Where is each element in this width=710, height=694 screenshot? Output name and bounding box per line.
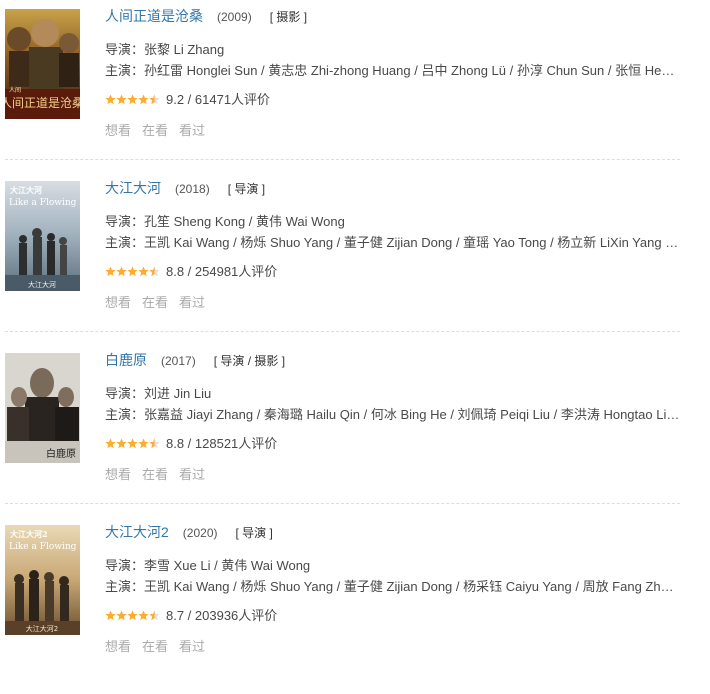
roles-label: [ 导演 / 摄影 ] bbox=[213, 354, 286, 368]
divider bbox=[5, 159, 680, 160]
divider bbox=[5, 503, 680, 504]
title-link[interactable]: 大江大河 bbox=[105, 180, 161, 196]
filmography-item: 白鹿原 白鹿原 (2017) [ 导演 / 摄影 ] 导演：刘进 Jin Liu 主… bbox=[5, 350, 680, 522]
rating-row: 8.8 / 128521人评价 bbox=[105, 436, 680, 452]
watched-button[interactable]: 看过 bbox=[179, 639, 205, 654]
cast-line: 主演：孙红雷 Honglei Sun / 黄志忠 Zhi-zhong Huang… bbox=[105, 63, 675, 78]
director-line: 导演：张黎 Li Zhang bbox=[105, 42, 225, 57]
star-icon bbox=[105, 94, 116, 105]
rating-text: 9.2 / 61471人评价 bbox=[166, 92, 271, 107]
watched-button[interactable]: 看过 bbox=[179, 467, 205, 482]
poster-graphic: 大江大河2 Like a Flowing River 大江大河2 bbox=[5, 525, 80, 635]
poster-caption: 白鹿原 bbox=[46, 447, 76, 460]
poster-tag: Like a Flowing River bbox=[9, 542, 80, 552]
poster-graphic: 人间正道是沧桑 人间 bbox=[5, 9, 80, 119]
cast-line: 主演：张嘉益 Jiayi Zhang / 秦海璐 Hailu Qin / 何冰 … bbox=[105, 407, 680, 422]
watching-button[interactable]: 在看 bbox=[142, 467, 168, 482]
star-icon bbox=[116, 266, 127, 277]
svg-text:大江大河: 大江大河 bbox=[10, 185, 42, 195]
action-row: 想看 在看 看过 bbox=[105, 464, 680, 483]
star-icon bbox=[127, 94, 138, 105]
watched-button[interactable]: 看过 bbox=[179, 295, 205, 310]
roles-label: [ 导演 ] bbox=[235, 526, 273, 540]
star-icon bbox=[149, 438, 160, 449]
poster-caption: 大江大河 bbox=[28, 280, 56, 289]
rating-stars bbox=[105, 266, 160, 277]
star-icon bbox=[127, 266, 138, 277]
rating-text: 8.8 / 254981人评价 bbox=[166, 264, 278, 279]
poster-caption: 大江大河2 bbox=[26, 624, 58, 633]
rating-row: 8.8 / 254981人评价 bbox=[105, 264, 680, 280]
star-icon bbox=[138, 610, 149, 621]
watching-button[interactable]: 在看 bbox=[142, 123, 168, 138]
cast-line: 主演：王凯 Kai Wang / 杨烁 Shuo Yang / 董子健 Ziji… bbox=[105, 235, 679, 250]
star-icon bbox=[116, 94, 127, 105]
star-icon bbox=[138, 266, 149, 277]
poster-tag: 人间 bbox=[9, 86, 21, 94]
poster-image[interactable]: 人间正道是沧桑 人间 bbox=[5, 9, 80, 119]
roles-label: [ 导演 ] bbox=[227, 182, 266, 196]
star-icon bbox=[138, 438, 149, 449]
cast-line: 主演：王凯 Kai Wang / 杨烁 Shuo Yang / 董子健 Ziji… bbox=[105, 579, 674, 594]
poster-graphic: 白鹿原 bbox=[5, 353, 80, 463]
star-icon bbox=[116, 438, 127, 449]
star-icon bbox=[127, 610, 138, 621]
want-to-watch-button[interactable]: 想看 bbox=[105, 123, 131, 138]
star-icon bbox=[138, 94, 149, 105]
filmography-item: 大江大河 Like a Flowing River 大江大河 大江大河 (2018… bbox=[5, 178, 680, 350]
action-row: 想看 在看 看过 bbox=[105, 120, 680, 139]
poster-caption: 人间正道是沧桑 bbox=[5, 95, 80, 110]
star-icon bbox=[149, 266, 160, 277]
rating-stars bbox=[105, 438, 160, 449]
rating-text: 8.8 / 128521人评价 bbox=[166, 436, 278, 451]
poster-image[interactable]: 大江大河2 Like a Flowing River 大江大河2 bbox=[5, 525, 80, 635]
year-label: (2009) bbox=[217, 10, 252, 24]
want-to-watch-button[interactable]: 想看 bbox=[105, 295, 131, 310]
star-icon bbox=[127, 438, 138, 449]
star-icon bbox=[105, 266, 116, 277]
title-link[interactable]: 白鹿原 bbox=[105, 352, 147, 368]
director-line: 导演：刘进 Jin Liu bbox=[105, 386, 212, 401]
want-to-watch-button[interactable]: 想看 bbox=[105, 639, 131, 654]
rating-text: 8.7 / 203936人评价 bbox=[166, 608, 278, 623]
title-link[interactable]: 人间正道是沧桑 bbox=[105, 8, 203, 24]
poster-image[interactable]: 大江大河 Like a Flowing River 大江大河 bbox=[5, 181, 80, 291]
watching-button[interactable]: 在看 bbox=[142, 639, 168, 654]
action-row: 想看 在看 看过 bbox=[105, 292, 680, 311]
star-icon bbox=[149, 94, 160, 105]
director-line: 导演：孔笙 Sheng Kong / 黄伟 Wai Wong bbox=[105, 214, 345, 229]
year-label: (2020) bbox=[182, 526, 218, 540]
roles-label: [ 摄影 ] bbox=[269, 10, 308, 24]
year-label: (2018) bbox=[175, 182, 210, 196]
watched-button[interactable]: 看过 bbox=[179, 123, 205, 138]
rating-row: 9.2 / 61471人评价 bbox=[105, 92, 680, 108]
poster-graphic: 大江大河 Like a Flowing River 大江大河 bbox=[5, 181, 80, 291]
title-link[interactable]: 大江大河2 bbox=[105, 524, 169, 540]
rating-stars bbox=[105, 610, 160, 621]
svg-text:大江大河2: 大江大河2 bbox=[10, 529, 48, 539]
rating-stars bbox=[105, 94, 160, 105]
want-to-watch-button[interactable]: 想看 bbox=[105, 467, 131, 482]
filmography-item: 人间正道是沧桑 人间 人间正道是沧桑 (2009) [ 摄影 ] 导演：张黎 Li … bbox=[5, 6, 680, 178]
watching-button[interactable]: 在看 bbox=[142, 295, 168, 310]
year-label: (2017) bbox=[161, 354, 196, 368]
rating-row: 8.7 / 203936人评价 bbox=[105, 608, 680, 624]
poster-tag: Like a Flowing River bbox=[9, 198, 80, 208]
star-icon bbox=[105, 610, 116, 621]
star-icon bbox=[116, 610, 127, 621]
divider bbox=[5, 331, 680, 332]
star-icon bbox=[149, 610, 160, 621]
filmography-item: 大江大河2 Like a Flowing River 大江大河2 大江大河2 (2… bbox=[5, 522, 680, 694]
star-icon bbox=[105, 438, 116, 449]
director-line: 导演：李雪 Xue Li / 黄伟 Wai Wong bbox=[105, 558, 311, 573]
poster-image[interactable]: 白鹿原 bbox=[5, 353, 80, 463]
action-row: 想看 在看 看过 bbox=[105, 636, 680, 655]
